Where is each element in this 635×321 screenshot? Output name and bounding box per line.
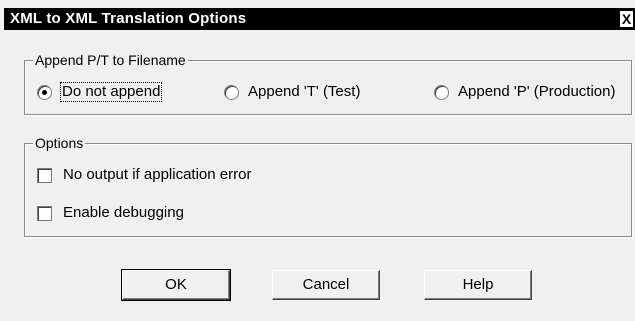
cancel-button[interactable]: Cancel	[272, 270, 380, 300]
checkbox-no-output-on-error[interactable]: No output if application error	[37, 166, 251, 184]
radio-do-not-append[interactable]: Do not append	[37, 82, 163, 102]
title-bar[interactable]: XML to XML Translation Options X	[4, 8, 635, 30]
options-groupbox: Options	[24, 135, 632, 237]
checkbox-label: No output if application error	[63, 166, 252, 183]
checkbox-unchecked-icon[interactable]	[37, 167, 52, 183]
ok-button[interactable]: OK	[121, 269, 231, 301]
append-pt-legend: Append P/T to Filename	[33, 52, 188, 68]
help-button[interactable]: Help	[424, 270, 532, 300]
translation-options-dialog: XML to XML Translation Options X Append …	[0, 0, 635, 321]
radio-unselected-icon[interactable]	[224, 84, 239, 100]
radio-label: Append 'T' (Test)	[248, 83, 361, 100]
close-icon[interactable]: X	[620, 11, 633, 27]
radio-label: Append 'P' (Production)	[458, 83, 616, 100]
checkbox-label: Enable debugging	[63, 204, 184, 221]
dialog-title: XML to XML Translation Options	[10, 10, 247, 27]
radio-selected-icon[interactable]	[37, 84, 52, 100]
radio-unselected-icon[interactable]	[434, 84, 449, 100]
checkbox-unchecked-icon[interactable]	[37, 205, 52, 221]
options-legend: Options	[33, 135, 86, 151]
radio-append-test[interactable]: Append 'T' (Test)	[224, 83, 360, 101]
radio-label: Do not append	[59, 82, 163, 102]
checkbox-enable-debugging[interactable]: Enable debugging	[37, 204, 184, 222]
radio-append-production[interactable]: Append 'P' (Production)	[434, 83, 616, 101]
